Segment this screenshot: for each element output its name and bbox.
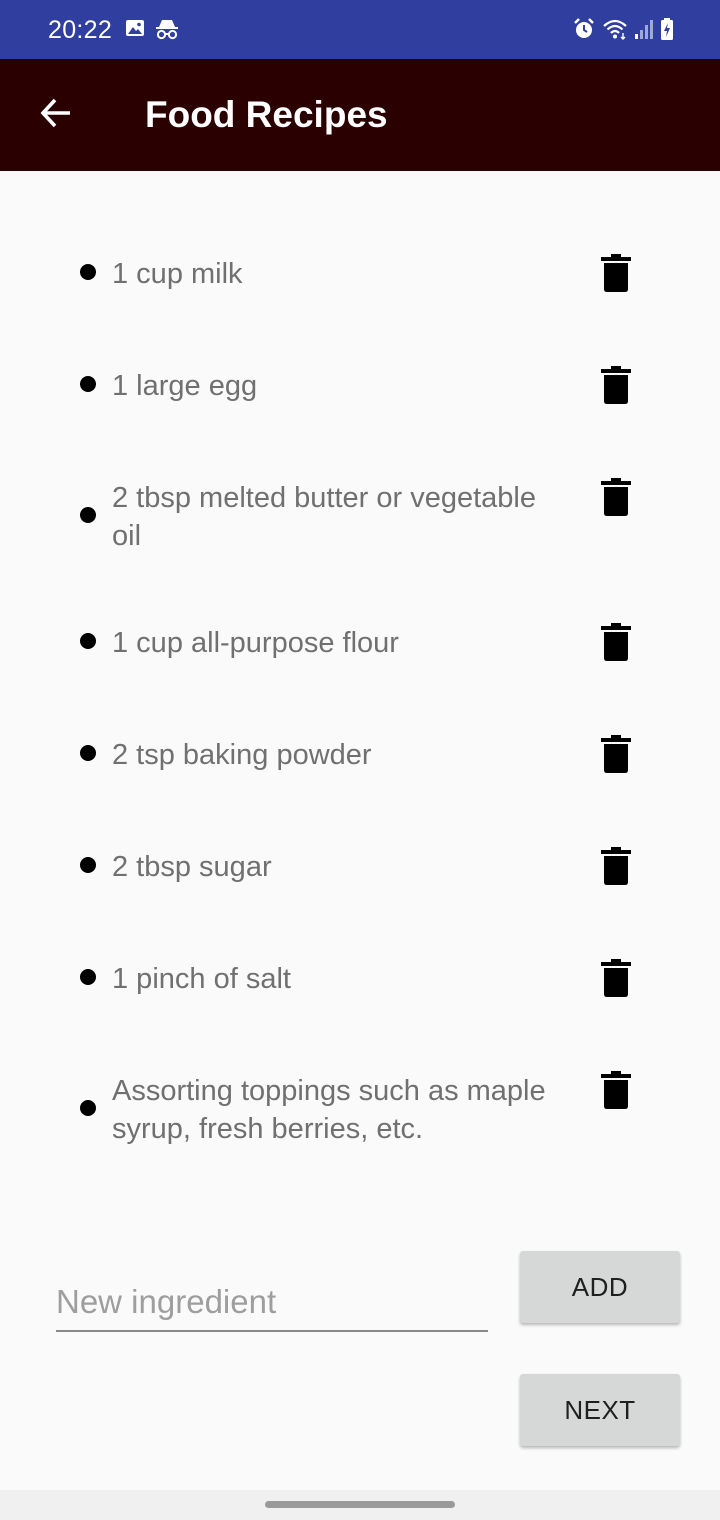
ingredient-text: 2 tbsp sugar: [112, 851, 272, 883]
trash-icon: [601, 622, 631, 666]
signal-icon: [634, 18, 654, 45]
bullet-icon: [80, 1100, 96, 1116]
ingredient-text: 1 large egg: [112, 370, 258, 402]
bullet-icon: [80, 507, 96, 523]
ingredient-text: 2 tsp baking powder: [112, 739, 372, 771]
ingredient-text: 1 pinch of salt: [112, 963, 291, 995]
bullet-icon: [80, 857, 96, 873]
delete-button[interactable]: [592, 251, 640, 299]
trash-icon: [601, 958, 631, 1002]
status-left-icons: [124, 17, 180, 46]
alarm-icon: [572, 17, 596, 46]
delete-button[interactable]: [592, 475, 640, 523]
delete-button[interactable]: [592, 844, 640, 892]
bullet-icon: [80, 633, 96, 649]
arrow-left-icon: [38, 95, 74, 136]
back-button[interactable]: [28, 87, 84, 143]
ingredient-text: 1 cup milk: [112, 258, 243, 290]
app-bar: Food Recipes: [0, 59, 720, 171]
delete-button[interactable]: [592, 732, 640, 780]
status-bar: 20:22: [0, 0, 720, 59]
page-title: Food Recipes: [145, 94, 388, 135]
trash-icon: [601, 253, 631, 297]
delete-button[interactable]: [592, 1068, 640, 1116]
ingredient-text: 2 tbsp melted butter or vegetable oil: [112, 482, 536, 552]
new-ingredient-input[interactable]: [56, 1276, 488, 1328]
incognito-icon: [154, 17, 180, 46]
bullet-icon: [80, 376, 96, 392]
wifi-icon: [602, 18, 628, 45]
trash-icon: [601, 734, 631, 778]
add-button[interactable]: ADD: [520, 1251, 680, 1323]
ingredient-text: Assorting toppings such as maple syrup, …: [112, 1075, 546, 1145]
delete-button[interactable]: [592, 620, 640, 668]
delete-button[interactable]: [592, 956, 640, 1004]
trash-icon: [601, 1070, 631, 1114]
trash-icon: [601, 846, 631, 890]
battery-charging-icon: [660, 17, 674, 46]
bullet-icon: [80, 969, 96, 985]
status-time: 20:22: [48, 16, 113, 44]
bullet-icon: [80, 264, 96, 280]
new-ingredient-field: [56, 1276, 488, 1332]
navigation-bar: [0, 1490, 720, 1520]
next-button[interactable]: NEXT: [520, 1374, 680, 1446]
home-gesture-handle[interactable]: [265, 1501, 455, 1508]
trash-icon: [601, 365, 631, 409]
bullet-icon: [80, 745, 96, 761]
trash-icon: [601, 477, 631, 521]
image-icon: [124, 17, 146, 46]
ingredient-text: 1 cup all-purpose flour: [112, 627, 399, 659]
delete-button[interactable]: [592, 363, 640, 411]
status-right-icons: [572, 17, 674, 46]
